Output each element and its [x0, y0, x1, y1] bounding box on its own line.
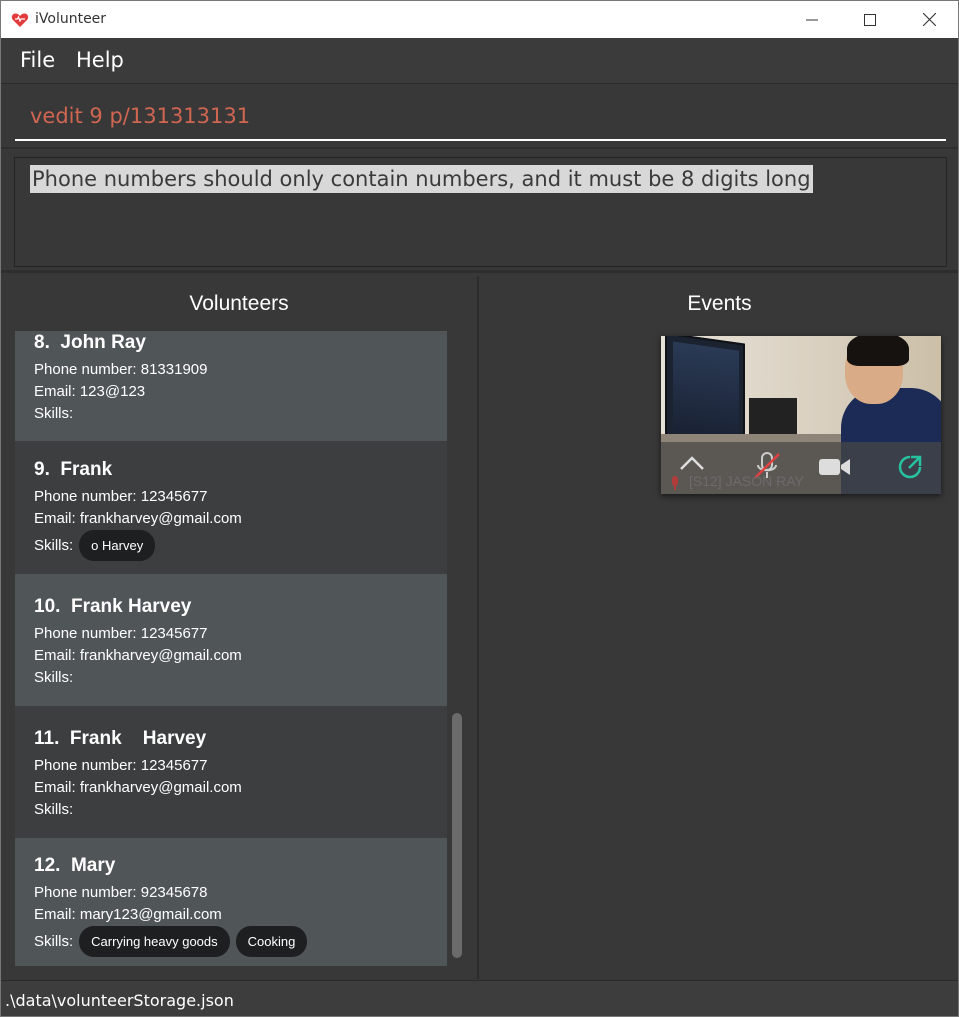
scrollbar-thumb[interactable]	[452, 713, 462, 958]
volunteer-skills-label: Skills:	[34, 405, 74, 422]
volunteer-card[interactable]: 12. Mary Phone number: 92345678 Email: m…	[15, 838, 447, 966]
video-person-hair	[847, 336, 909, 366]
volunteer-skills: Skills: o Harvey	[34, 530, 161, 561]
share-screen-icon[interactable]	[897, 454, 923, 480]
volunteer-skills: Skills: Carrying heavy goods Cooking	[34, 926, 313, 957]
storage-path: .\data\volunteerStorage.json	[5, 991, 234, 1010]
status-bar: .\data\volunteerStorage.json	[1, 980, 958, 1016]
minimize-button[interactable]	[783, 1, 841, 38]
minimize-icon	[806, 19, 818, 20]
volunteer-card[interactable]: 8. John Ray Phone number: 81331909 Email…	[15, 331, 447, 441]
volunteer-list[interactable]: 8. John Ray Phone number: 81331909 Email…	[15, 331, 447, 966]
volunteer-skills-label: Skills:	[34, 669, 74, 686]
volunteer-skills-label: Skills:	[34, 933, 74, 950]
result-display[interactable]: Phone numbers should only contain number…	[14, 157, 947, 267]
volunteer-phone: Phone number: 12345677	[34, 757, 208, 774]
heart-logo-icon	[11, 13, 29, 27]
volunteer-name: 10. Frank Harvey	[34, 596, 192, 617]
volunteer-skills-label: Skills:	[34, 801, 74, 818]
chevron-up-icon[interactable]	[679, 454, 705, 472]
mic-indicator-icon	[672, 476, 678, 490]
maximize-button[interactable]	[841, 1, 899, 38]
camera-icon[interactable]	[818, 456, 852, 478]
volunteer-email: Email: 123@123	[34, 383, 146, 400]
maximize-icon	[864, 13, 876, 26]
volunteers-title: Volunteers	[189, 292, 289, 315]
menu-bar: File Help	[1, 38, 958, 84]
volunteer-phone: Phone number: 81331909	[34, 361, 208, 378]
command-input[interactable]	[15, 93, 946, 141]
volunteer-name: 9. Frank	[34, 459, 113, 480]
command-box	[1, 85, 958, 149]
window-title: iVolunteer	[35, 11, 107, 27]
close-icon	[922, 13, 936, 26]
video-call-overlay[interactable]: [S12] JASON RAY	[661, 336, 941, 494]
volunteer-card[interactable]: 11. Frank Harvey Phone number: 12345677 …	[15, 706, 447, 838]
volunteers-panel: Volunteers 8. John Ray Phone number: 813…	[1, 276, 479, 979]
volunteer-name: 12. Mary	[34, 855, 116, 876]
volunteer-skills-label: Skills:	[34, 537, 74, 554]
participant-label: [S12] JASON RAY	[689, 473, 804, 489]
volunteer-card[interactable]: 10. Frank Harvey Phone number: 12345677 …	[15, 574, 447, 706]
title-bar: iVolunteer	[1, 1, 958, 38]
volunteer-email: Email: mary123@gmail.com	[34, 906, 222, 923]
volunteer-name: 8. John Ray	[34, 332, 146, 353]
app-window: iVolunteer File Help Phone numbers shoul…	[0, 0, 959, 1017]
volunteer-phone: Phone number: 12345677	[34, 625, 208, 642]
menu-help[interactable]: Help	[76, 48, 124, 72]
result-message: Phone numbers should only contain number…	[30, 165, 813, 193]
skill-tag: Carrying heavy goods	[79, 926, 230, 957]
volunteer-email: Email: frankharvey@gmail.com	[34, 779, 242, 796]
result-panel: Phone numbers should only contain number…	[1, 151, 958, 273]
volunteer-email: Email: frankharvey@gmail.com	[34, 647, 242, 664]
events-title: Events	[687, 292, 752, 315]
volunteer-phone: Phone number: 12345677	[34, 488, 208, 505]
close-button[interactable]	[900, 1, 958, 38]
volunteer-phone: Phone number: 92345678	[34, 884, 208, 901]
skill-tag: o Harvey	[79, 530, 156, 561]
skill-tag: Cooking	[235, 926, 308, 957]
volunteer-name: 11. Frank Harvey	[34, 728, 207, 749]
volunteer-card[interactable]: 9. Frank Phone number: 12345677 Email: f…	[15, 441, 447, 574]
menu-file[interactable]: File	[20, 48, 55, 72]
volunteer-email: Email: frankharvey@gmail.com	[34, 510, 242, 527]
